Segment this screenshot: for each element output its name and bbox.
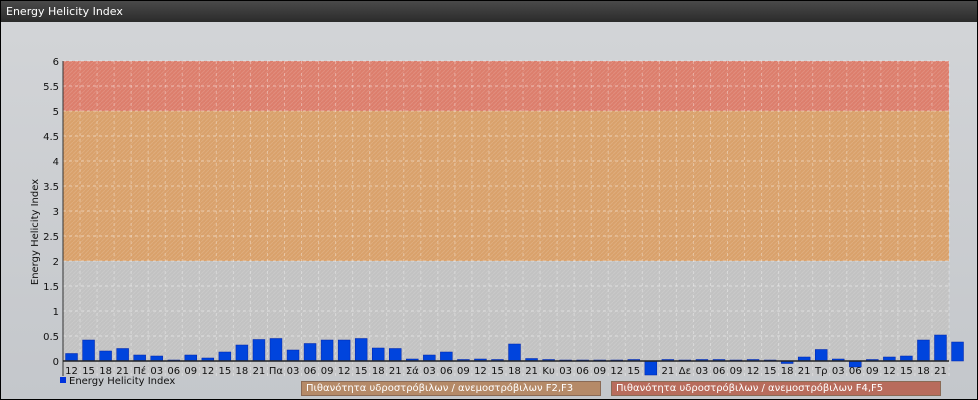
x-tick-label: 06 (304, 366, 317, 377)
x-tick-label: 18 (236, 366, 249, 377)
x-tick-label: Κυ (542, 366, 555, 377)
y-tick-label: 3.5 (43, 182, 59, 193)
x-tick-label: 15 (355, 366, 368, 377)
y-tick-label: 2.5 (43, 232, 59, 243)
x-tick-label: 12 (883, 366, 896, 377)
bar (951, 341, 964, 362)
x-tick-label: 12 (747, 366, 760, 377)
x-tick-label: 15 (900, 366, 913, 377)
x-tick-label: 09 (730, 366, 743, 377)
x-tick-label: 12 (338, 366, 351, 377)
x-tick-label: 18 (917, 366, 930, 377)
x-tick-label: 03 (423, 366, 436, 377)
bar (82, 339, 95, 362)
x-tick-label: 09 (593, 366, 606, 377)
y-tick-label: 0.5 (43, 332, 59, 343)
x-tick-label: 21 (661, 366, 674, 377)
bar (65, 353, 78, 362)
y-axis-title: Energy Helicity Index (30, 179, 41, 285)
legend-band-f4-f5[interactable]: Πιθανότητα υδροστρόβιλων / ανεμοστρόβιλω… (611, 381, 941, 396)
x-tick-label: 21 (525, 366, 538, 377)
bar (184, 354, 198, 362)
x-tick-label: 15 (627, 366, 640, 377)
y-tick-label: 1.5 (43, 282, 59, 293)
bar (252, 339, 266, 362)
bar (303, 343, 317, 362)
bar (116, 348, 129, 362)
x-tick-label: 09 (184, 366, 197, 377)
energy-helicity-chart: 00.511.522.533.544.555.56 12 15 18 21 Πέ 03 06… (30, 57, 964, 377)
bar (440, 351, 453, 362)
y-tick-label: 5 (53, 107, 59, 118)
legend-series[interactable]: Energy Helicity Index (60, 376, 175, 387)
x-tick-label: 12 (610, 366, 623, 377)
x-tick-label: Τρ (814, 366, 827, 377)
x-tick-label: 09 (321, 366, 334, 377)
x-tick-label: 09 (866, 366, 879, 377)
bar (218, 351, 232, 362)
window-title: Energy Helicity Index (1, 1, 977, 22)
bar (917, 339, 930, 362)
bar (644, 360, 658, 376)
x-tick-label: 15 (218, 366, 231, 377)
y-tick-label: 3 (53, 207, 59, 218)
x-tick-label: Πα (269, 366, 284, 377)
x-tick-label: 12 (474, 366, 487, 377)
legend-series-label: Energy Helicity Index (69, 376, 176, 387)
x-tick-label: 09 (457, 366, 470, 377)
x-tick-label: 03 (696, 366, 709, 377)
x-tick-label: Σά (406, 365, 419, 377)
x-tick-label: 18 (372, 366, 385, 377)
x-tick-label: 18 (508, 366, 521, 377)
y-tick-label: 5.5 (43, 82, 59, 93)
bar (508, 343, 521, 362)
bar (269, 338, 283, 362)
x-tick-label: 03 (559, 366, 572, 377)
bar (235, 344, 249, 362)
x-tick-label: 06 (849, 366, 862, 377)
x-tick-label: 21 (389, 366, 402, 377)
bar (423, 354, 436, 362)
x-tick-label: 03 (832, 366, 845, 377)
y-tick-label: 4.5 (43, 132, 59, 143)
y-tick-label: 6 (53, 57, 59, 68)
bar (99, 350, 112, 362)
x-tick-label: 21 (934, 366, 947, 377)
x-tick-label: 12 (201, 366, 214, 377)
x-tick-label: 06 (440, 366, 453, 377)
legend-band-f2-f3[interactable]: Πιθανότητα υδροστρόβιλων / ανεμοστρόβιλω… (301, 381, 601, 396)
x-tick-label: Δε (679, 366, 691, 377)
x-tick-label: 21 (253, 366, 266, 377)
x-tick-label: 21 (798, 366, 811, 377)
x-tick-label: 06 (713, 366, 726, 377)
y-tick-label: 0 (53, 357, 59, 368)
y-tick-label: 4 (53, 157, 59, 168)
bar (389, 348, 402, 362)
chart-window: Energy Helicity Index 0 0.5 1 1.5 2 2.5 3 3.5 4 4… (0, 0, 978, 400)
y-tick-label: 2 (53, 257, 59, 268)
bar (320, 339, 334, 362)
legend-swatch (60, 377, 66, 383)
x-tick-label: 15 (764, 366, 777, 377)
bar (337, 339, 351, 362)
bar (814, 349, 828, 362)
bar (371, 347, 385, 362)
x-tick-label: 15 (491, 366, 504, 377)
bar (354, 338, 368, 362)
x-tick-label: 03 (287, 366, 300, 377)
bar (934, 334, 947, 362)
x-tick-label: 06 (576, 366, 589, 377)
y-tick-label: 1 (53, 307, 59, 318)
bar (133, 354, 146, 362)
bar (286, 349, 300, 362)
x-tick-label: 18 (781, 366, 794, 377)
